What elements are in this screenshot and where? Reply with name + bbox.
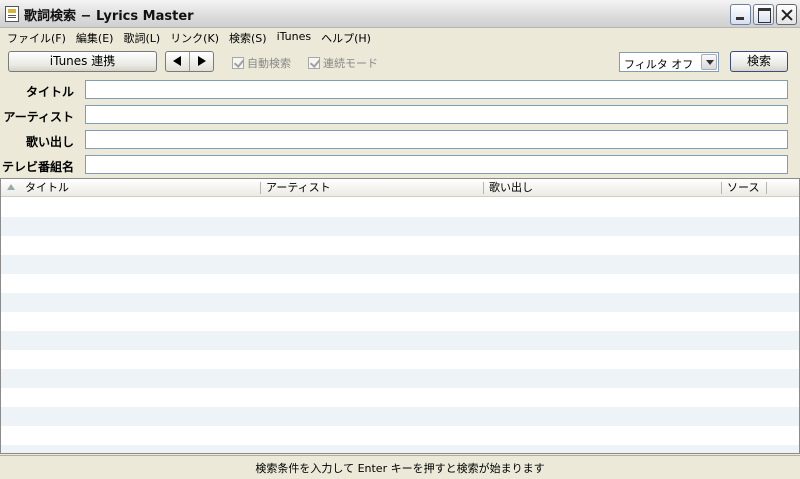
menu-lyrics[interactable]: 歌詞(L) xyxy=(119,28,164,46)
toolbar: iTunes 連携 自動検索 連続モード フィルタ オフ 検索 xyxy=(0,47,800,76)
menu-search[interactable]: 検索(S) xyxy=(225,28,271,46)
app-icon xyxy=(5,6,19,22)
column-divider[interactable] xyxy=(260,182,261,194)
tv-input[interactable] xyxy=(85,155,788,174)
column-divider[interactable] xyxy=(766,182,767,194)
search-button[interactable]: 検索 xyxy=(730,51,788,72)
filter-value: フィルタ オフ xyxy=(624,58,694,71)
tv-label: テレビ番組名 xyxy=(1,160,74,174)
maximize-button[interactable] xyxy=(753,4,774,25)
title-field-row: タイトル xyxy=(0,79,800,101)
auto-search-checkbox[interactable]: 自動検索 xyxy=(232,55,291,71)
window-title: 歌詞検索 − Lyrics Master xyxy=(24,9,194,24)
results-list[interactable]: タイトル アーティスト 歌い出し ソース xyxy=(0,178,800,454)
title-bar[interactable]: 歌詞検索 − Lyrics Master xyxy=(0,0,800,28)
column-title[interactable]: タイトル xyxy=(21,179,259,197)
menu-itunes[interactable]: iTunes xyxy=(273,28,316,46)
lyrics-field-row: 歌い出し xyxy=(0,129,800,151)
checkmark-icon xyxy=(232,57,244,69)
minimize-button[interactable] xyxy=(730,4,751,25)
status-bar: 検索条件を入力して Enter キーを押すと検索が始まります xyxy=(0,455,800,479)
column-source[interactable]: ソース xyxy=(723,179,767,197)
filter-select[interactable]: フィルタ オフ xyxy=(619,52,719,72)
status-text: 検索条件を入力して Enter キーを押すと検索が始まります xyxy=(255,462,545,475)
menu-bar: ファイル(F) 編集(E) 歌詞(L) リンク(K) 検索(S) iTunes … xyxy=(0,28,800,46)
menu-edit[interactable]: 編集(E) xyxy=(72,28,118,46)
sort-ascending-icon[interactable] xyxy=(7,184,15,190)
next-arrow-icon[interactable] xyxy=(190,52,214,71)
continuous-mode-checkbox[interactable]: 連続モード xyxy=(308,55,378,71)
column-lyrics[interactable]: 歌い出し xyxy=(485,179,720,197)
tv-field-row: テレビ番組名 xyxy=(0,154,800,176)
menu-link[interactable]: リンク(K) xyxy=(166,28,223,46)
title-label: タイトル xyxy=(25,85,74,99)
artist-label: アーティスト xyxy=(3,110,74,124)
chevron-down-icon[interactable] xyxy=(701,54,717,70)
artist-field-row: アーティスト xyxy=(0,104,800,126)
nav-buttons xyxy=(165,51,214,72)
column-divider[interactable] xyxy=(721,182,722,194)
itunes-link-button[interactable]: iTunes 連携 xyxy=(8,51,157,72)
column-artist[interactable]: アーティスト xyxy=(262,179,482,197)
auto-search-label: 自動検索 xyxy=(247,57,291,70)
menu-help[interactable]: ヘルプ(H) xyxy=(317,28,375,46)
close-button[interactable] xyxy=(776,4,797,25)
menu-file[interactable]: ファイル(F) xyxy=(3,28,70,46)
lyrics-input[interactable] xyxy=(85,130,788,149)
continuous-mode-label: 連続モード xyxy=(323,57,378,70)
column-divider[interactable] xyxy=(483,182,484,194)
list-header: タイトル アーティスト 歌い出し ソース xyxy=(1,179,799,197)
title-input[interactable] xyxy=(85,80,788,99)
prev-arrow-icon[interactable] xyxy=(166,52,190,71)
lyrics-label: 歌い出し xyxy=(25,135,74,149)
checkmark-icon xyxy=(308,57,320,69)
list-rows xyxy=(1,198,799,453)
artist-input[interactable] xyxy=(85,105,788,124)
